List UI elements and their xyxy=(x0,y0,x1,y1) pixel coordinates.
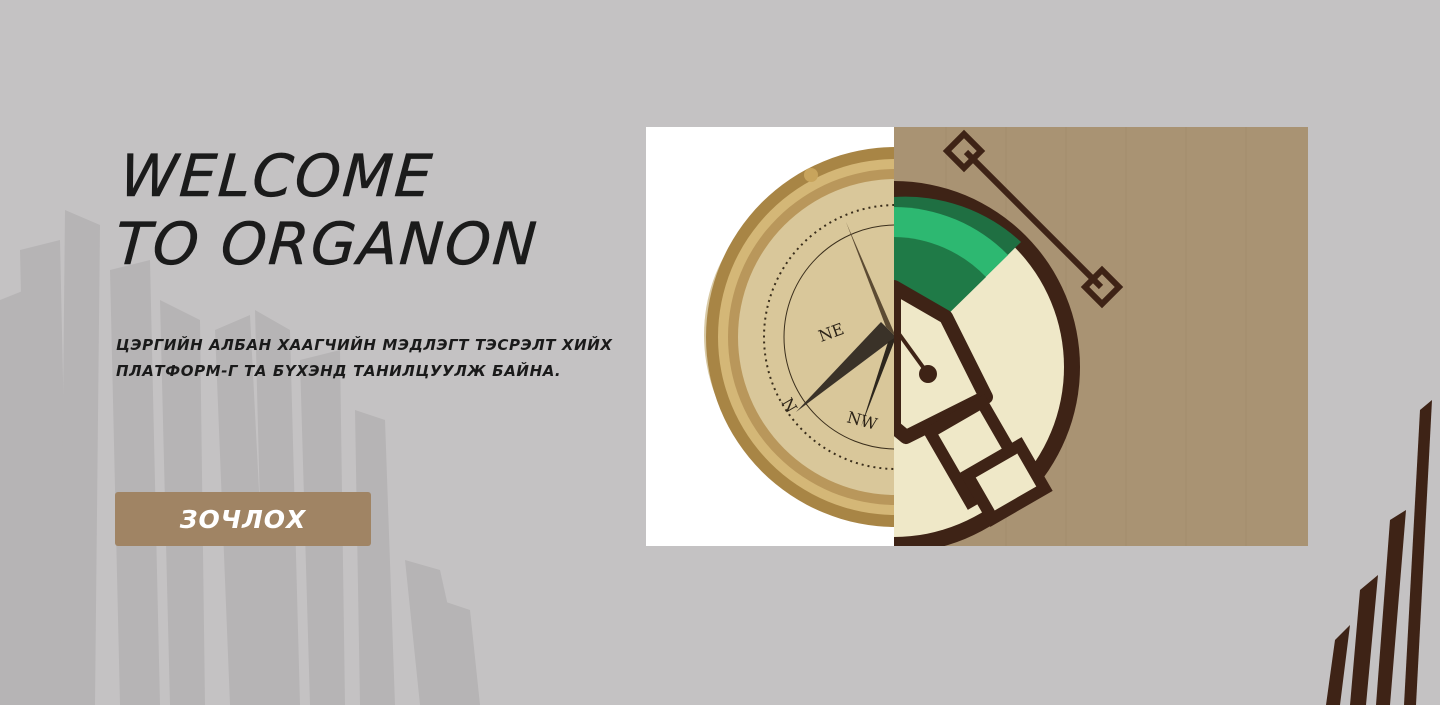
hero-subtitle: ЦЭРГИЙН АЛБАН ХААГЧИЙН МЭДЛЭГТ ТЭСРЭЛТ Х… xyxy=(116,336,613,380)
accent-brush-strokes xyxy=(1326,400,1432,705)
visit-button[interactable]: ЗОЧЛОХ xyxy=(115,492,371,546)
hero-image: NE NW N xyxy=(646,127,1308,546)
hero-title-line2: TO ORGANON xyxy=(113,210,541,279)
hero-title: WELCOME TO ORGANON xyxy=(113,142,545,279)
hero-title-line1: WELCOME xyxy=(118,142,437,211)
